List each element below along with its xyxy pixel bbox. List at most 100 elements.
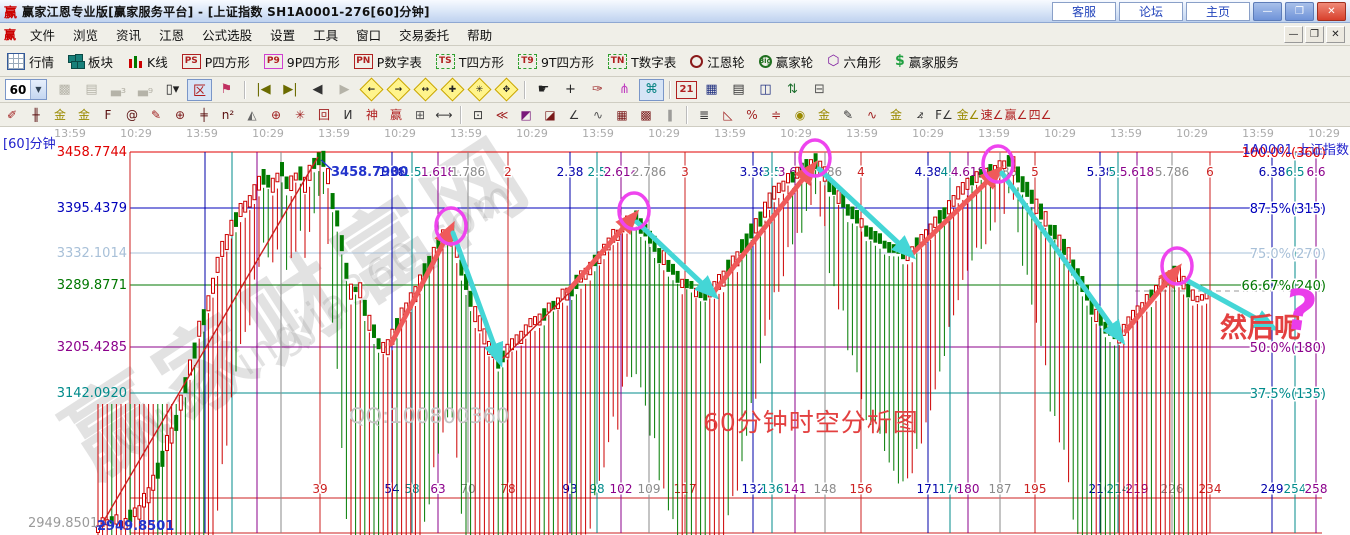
chevron-down-icon[interactable]: ▼ bbox=[30, 80, 46, 99]
service-button[interactable]: 客服 bbox=[1052, 2, 1116, 21]
toolbar-button-print[interactable]: ⊟ bbox=[807, 79, 832, 101]
draw-tool-wave-channel[interactable]: ∿ bbox=[860, 105, 884, 124]
toolbar-button-t-square[interactable]: TST四方形 bbox=[429, 50, 511, 73]
close-button[interactable]: ✕ bbox=[1317, 2, 1346, 21]
toolbar-button-prev-bar[interactable]: ◀ bbox=[305, 79, 330, 101]
draw-tool-time-cycle[interactable]: ⊕ bbox=[168, 105, 192, 124]
draw-tool-fan-square[interactable]: ◩ bbox=[514, 105, 538, 124]
menu-item-4[interactable]: 江恩 bbox=[150, 23, 193, 46]
candlestick-chart[interactable]: 13:5910:2913:5910:2913:5910:2913:5910:29… bbox=[0, 127, 1350, 535]
toolbar-button-report-view[interactable]: ▤ bbox=[79, 79, 104, 101]
draw-tool-n-square[interactable]: n² bbox=[216, 105, 240, 124]
menu-item-6[interactable]: 设置 bbox=[261, 23, 304, 46]
toolbar-button-maze-tool[interactable]: ⌘ bbox=[639, 79, 664, 101]
draw-tool-spiral[interactable]: @ bbox=[120, 105, 144, 124]
mdi-close-button[interactable]: ✕ bbox=[1326, 26, 1345, 43]
menu-item-3[interactable]: 资讯 bbox=[107, 23, 150, 46]
draw-tool-ray-fan[interactable]: ≪ bbox=[490, 105, 514, 124]
toolbar-button-full-view[interactable]: ✥ bbox=[494, 79, 519, 101]
toolbar-button-notes[interactable]: ▤ bbox=[726, 79, 751, 101]
toolbar-button-zoom-horizontal[interactable]: ↔ bbox=[413, 79, 438, 101]
draw-tool-gold-ruler-2[interactable]: 金 bbox=[72, 105, 96, 124]
draw-tool-ying-grid[interactable]: 赢 bbox=[384, 105, 408, 124]
toolbar-button-next-bar[interactable]: ▶ bbox=[332, 79, 357, 101]
menu-item-10[interactable]: 帮助 bbox=[458, 23, 501, 46]
toolbar-button-gann-wheel[interactable]: 江恩轮 bbox=[683, 50, 752, 73]
toolbar-button-candle-style[interactable]: ▯▾ bbox=[160, 79, 185, 101]
mdi-restore-button[interactable]: ❐ bbox=[1305, 26, 1324, 43]
draw-tool-gold-circle[interactable]: ◉ bbox=[788, 105, 812, 124]
toolbar-button-crosshair[interactable]: + bbox=[558, 79, 583, 101]
toolbar-button-p-square[interactable]: PSP四方形 bbox=[175, 50, 257, 73]
draw-tool-pen-tool[interactable]: ✐ bbox=[0, 105, 24, 124]
toolbar-button-save[interactable]: ◫ bbox=[753, 79, 778, 101]
draw-tool-mirror-angle[interactable]: ◭ bbox=[240, 105, 264, 124]
draw-tool-gann-circle[interactable]: ⊕ bbox=[264, 105, 288, 124]
toolbar-button-9p-square[interactable]: P99P四方形 bbox=[257, 50, 347, 73]
toolbar-button-pan-hand[interactable]: ☛ bbox=[531, 79, 556, 101]
chart-area[interactable]: 赢家财富网 www.yingjia360.com 13:5910:2913:59… bbox=[0, 127, 1350, 535]
restore-button[interactable]: ❐ bbox=[1285, 2, 1314, 21]
draw-tool-gold-channel[interactable]: 金 bbox=[884, 105, 908, 124]
toolbar-button-p-number[interactable]: PNP数字表 bbox=[347, 50, 429, 73]
mdi-minimize-button[interactable]: — bbox=[1284, 26, 1303, 43]
draw-tool-pct-triangle[interactable]: ◺ bbox=[716, 105, 740, 124]
menu-item-2[interactable]: 浏览 bbox=[64, 23, 107, 46]
toolbar-button-minichart-9[interactable]: ▃₉ bbox=[133, 79, 158, 101]
forum-button[interactable]: 论坛 bbox=[1119, 2, 1183, 21]
toolbar-button-sectors[interactable]: 板块 bbox=[61, 50, 120, 73]
draw-tool-square-spiral[interactable]: 回 bbox=[312, 105, 336, 124]
draw-tool-angle-f[interactable]: F∠ bbox=[932, 105, 956, 124]
draw-tool-note-candle[interactable]: ✎ bbox=[836, 105, 860, 124]
toolbar-button-pointer-tool[interactable]: ✑ bbox=[585, 79, 610, 101]
toolbar-button-quotes[interactable]: 行情 bbox=[0, 50, 61, 73]
toolbar-button-compress-view[interactable]: ✚ bbox=[440, 79, 465, 101]
toolbar-button-9t-square[interactable]: T99T四方形 bbox=[511, 50, 601, 73]
home-button[interactable]: 主页 bbox=[1186, 2, 1250, 21]
toolbar-button-expand-all[interactable]: ✳ bbox=[467, 79, 492, 101]
toolbar-button-minichart-3[interactable]: ▃₃ bbox=[106, 79, 131, 101]
draw-tool-framed-grid[interactable]: ▩ bbox=[634, 105, 658, 124]
toolbar-button-spacetime-canvas[interactable]: 区 bbox=[187, 79, 212, 101]
draw-tool-star-rays[interactable]: ✳ bbox=[288, 105, 312, 124]
period-select[interactable]: 60 ▼ bbox=[5, 79, 47, 100]
menu-item-8[interactable]: 窗口 bbox=[347, 23, 390, 46]
draw-tool-zigzag[interactable]: ∿ bbox=[586, 105, 610, 124]
draw-tool-angle-four[interactable]: 四∠ bbox=[1028, 105, 1052, 124]
minimize-button[interactable]: — bbox=[1253, 2, 1282, 21]
draw-tool-fan-grid[interactable]: ◪ bbox=[538, 105, 562, 124]
draw-tool-angle-lines[interactable]: ∠ bbox=[562, 105, 586, 124]
toolbar-button-t-number[interactable]: TNT数字表 bbox=[601, 50, 683, 73]
toolbar-button-shift-left[interactable]: ← bbox=[359, 79, 384, 101]
draw-tool-scale-ruler[interactable]: ≣ bbox=[692, 105, 716, 124]
toolbar-button-data-transfer[interactable]: ⇅ bbox=[780, 79, 805, 101]
menu-item-1[interactable]: 文件 bbox=[21, 23, 64, 46]
toolbar-button-winner-wheel[interactable]: Big赢家轮 bbox=[752, 50, 821, 73]
draw-tool-wave-marks[interactable]: И bbox=[336, 105, 360, 124]
draw-tool-gold-levels[interactable]: 金 bbox=[812, 105, 836, 124]
draw-tool-angle-up[interactable]: ⦨ bbox=[908, 105, 932, 124]
draw-tool-parallel-lines[interactable]: ∥ bbox=[658, 105, 682, 124]
draw-tool-gold-ruler-1[interactable]: 金 bbox=[48, 105, 72, 124]
toolbar-button-first-bar[interactable]: |◀ bbox=[251, 79, 276, 101]
menu-item-9[interactable]: 交易委托 bbox=[390, 23, 458, 46]
draw-tool-span-arrows[interactable]: ⟷ bbox=[432, 105, 456, 124]
menu-item-5[interactable]: 公式选股 bbox=[193, 23, 261, 46]
draw-tool-number-grid[interactable]: ⊞ bbox=[408, 105, 432, 124]
draw-tool-box-frame[interactable]: ⊡ bbox=[466, 105, 490, 124]
draw-tool-f-ruler[interactable]: F bbox=[96, 105, 120, 124]
toolbar-button-color-palette[interactable]: ⚑ bbox=[214, 79, 239, 101]
draw-tool-marker-pen[interactable]: ✎ bbox=[144, 105, 168, 124]
toolbar-button-calendar[interactable]: 21 bbox=[676, 81, 697, 99]
draw-tool-dense-grid[interactable]: ▦ bbox=[610, 105, 634, 124]
draw-tool-shen-grid[interactable]: 神 bbox=[360, 105, 384, 124]
toolbar-button-magic-tool[interactable]: ⋔ bbox=[612, 79, 637, 101]
toolbar-button-hexagon[interactable]: ⬡六角形 bbox=[820, 50, 888, 73]
toolbar-button-last-bar[interactable]: ▶| bbox=[278, 79, 303, 101]
draw-tool-angle-gold[interactable]: 金∠ bbox=[956, 105, 980, 124]
draw-tool-angle-ying[interactable]: 赢∠ bbox=[1004, 105, 1028, 124]
toolbar-button-winner-service[interactable]: $赢家服务 bbox=[888, 50, 966, 73]
menu-item-7[interactable]: 工具 bbox=[304, 23, 347, 46]
toolbar-button-kline[interactable]: K线 bbox=[120, 50, 175, 73]
draw-tool-angle-speed[interactable]: 速∠ bbox=[980, 105, 1004, 124]
